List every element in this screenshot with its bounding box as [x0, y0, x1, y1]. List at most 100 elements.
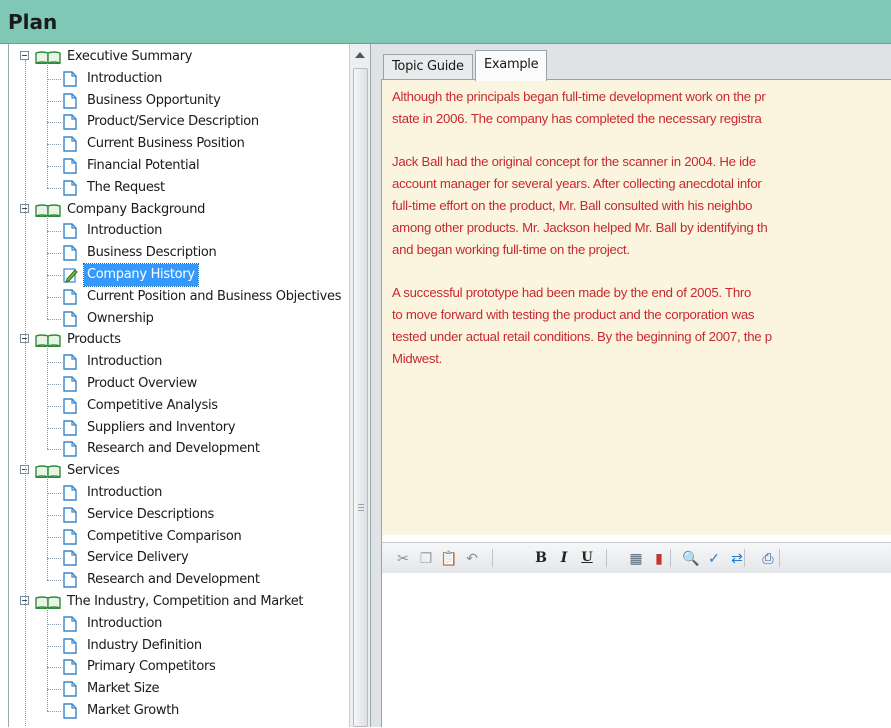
find-icon[interactable]: 🔍 [682, 549, 700, 567]
outline-item[interactable]: Product Overview [9, 373, 349, 395]
outline-item[interactable]: Competitive Comparison [9, 526, 349, 548]
outline-item-label: Introduction [87, 223, 163, 239]
outline-item[interactable]: Primary Competitors [9, 656, 349, 678]
outline-item-label: Ownership [87, 310, 154, 326]
text-editor[interactable] [382, 573, 891, 728]
copy-icon[interactable]: ❐ [417, 549, 435, 567]
outline-item[interactable]: Service Descriptions [9, 504, 349, 526]
document-icon [63, 550, 77, 567]
outline-item[interactable]: Introduction [9, 220, 349, 242]
outline-item[interactable]: Introduction [9, 68, 349, 90]
tree-connector [47, 405, 61, 407]
tree-connector [47, 274, 61, 276]
document-icon [63, 637, 77, 654]
tree-connector [47, 78, 61, 80]
example-line: Midwest. [392, 350, 443, 366]
chart-icon[interactable]: ▮ [650, 549, 668, 567]
outline-section[interactable]: Products [9, 329, 349, 351]
document-icon [63, 158, 77, 174]
example-line: Although the principals began full-time … [392, 89, 766, 104]
tree-connector [47, 383, 61, 385]
underline-button[interactable]: U [578, 549, 596, 567]
outline-item[interactable]: Business Description [9, 242, 349, 264]
paste-icon[interactable]: 📋 [440, 549, 458, 567]
document-icon [63, 398, 77, 414]
outline-item-label: Company History [83, 262, 199, 287]
book-icon [35, 595, 61, 610]
document-icon [63, 310, 77, 327]
outline-item[interactable]: Market Growth [9, 700, 349, 722]
document-icon [63, 376, 77, 392]
book-icon [35, 333, 61, 348]
grip-line [358, 504, 364, 505]
scroll-thumb[interactable] [353, 68, 368, 727]
book-icon [35, 203, 61, 217]
outline-item-label: Product Overview [87, 375, 197, 391]
example-line: full-time effort on the product, Mr. Bal… [392, 197, 753, 213]
scroll-up-arrow-icon[interactable] [355, 52, 365, 58]
outline-section[interactable]: Services [9, 460, 349, 482]
toolbar-separator [744, 549, 745, 567]
document-icon [63, 703, 77, 719]
outline-item[interactable]: Introduction [9, 613, 349, 635]
outline-item[interactable]: Product/Service Description [9, 111, 349, 133]
topic-pane: Topic Guide Example Although the principa… [371, 44, 891, 728]
tree-connector [47, 215, 48, 319]
cut-icon[interactable]: ✂ [394, 549, 412, 567]
outline-section[interactable]: Executive Summary [9, 46, 349, 68]
outline-item[interactable]: Research and Development [9, 438, 349, 460]
outline-item[interactable]: Suppliers and Inventory [9, 417, 349, 439]
tree-connector [47, 623, 61, 625]
outline-item[interactable]: Industry Definition [9, 635, 349, 657]
outline-item[interactable]: Current Position and Business Objectives [9, 286, 349, 308]
outline-item[interactable]: Competitive Analysis [9, 395, 349, 417]
outline-item-label: Current Business Position [87, 136, 245, 152]
document-icon [63, 681, 77, 697]
spellcheck-icon[interactable]: ✓ [705, 549, 723, 567]
tree-connector [47, 122, 61, 124]
outline-item[interactable]: Service Delivery [9, 547, 349, 569]
document-icon [63, 289, 77, 305]
collapse-icon[interactable] [20, 51, 29, 60]
outline-item[interactable]: Introduction [9, 351, 349, 373]
outline-section[interactable]: Company Background [9, 199, 349, 221]
print-icon[interactable]: ⎙ [759, 549, 777, 567]
tree-connector [47, 427, 61, 429]
outline-item[interactable]: Current Business Position [9, 133, 349, 155]
outline-item[interactable]: The Request [9, 177, 349, 199]
undo-icon[interactable]: ↶ [463, 549, 481, 567]
tree-connector [47, 253, 61, 255]
tree-connector [47, 165, 61, 167]
outline-item[interactable]: Research and Development [9, 569, 349, 591]
outline-item[interactable]: Financial Potential [9, 155, 349, 177]
outline-section-label: Services [67, 463, 120, 479]
outline-scrollbar[interactable] [349, 44, 370, 727]
outline-section[interactable]: The Industry, Competition and Market [9, 591, 349, 613]
outline-item[interactable]: Market Size [9, 678, 349, 700]
tab-example[interactable]: Example [475, 50, 548, 81]
tab-topic-guide[interactable]: Topic Guide [383, 54, 473, 79]
outline-item[interactable]: Introduction [9, 482, 349, 504]
tree-connector [47, 477, 48, 581]
tree-connector [47, 63, 48, 188]
document-icon [63, 572, 77, 588]
tree-connector [47, 689, 61, 691]
tree-connector [47, 449, 61, 451]
italic-button[interactable]: I [555, 549, 573, 567]
document-icon [63, 245, 77, 261]
outline-pane: Executive Summary Introduction Business Op… [8, 44, 371, 727]
outline-item-label: Business Description [87, 245, 217, 261]
outline-item[interactable]: Business Opportunity [9, 90, 349, 112]
table-icon[interactable]: ▦ [627, 549, 645, 567]
outline-item-label: Competitive Analysis [87, 397, 218, 413]
document-icon [63, 528, 77, 545]
outline-item-label: Research and Development [87, 572, 260, 588]
outline-item-label: Business Opportunity [87, 92, 221, 108]
outline-item[interactable]: Company History [9, 262, 349, 287]
outline-item[interactable]: Ownership [9, 308, 349, 330]
document-icon [63, 180, 77, 196]
outline-section-label: The Industry, Competition and Market [67, 593, 304, 609]
title-bar: Plan [0, 0, 891, 44]
bold-button[interactable]: B [532, 549, 550, 567]
document-icon [63, 71, 77, 87]
